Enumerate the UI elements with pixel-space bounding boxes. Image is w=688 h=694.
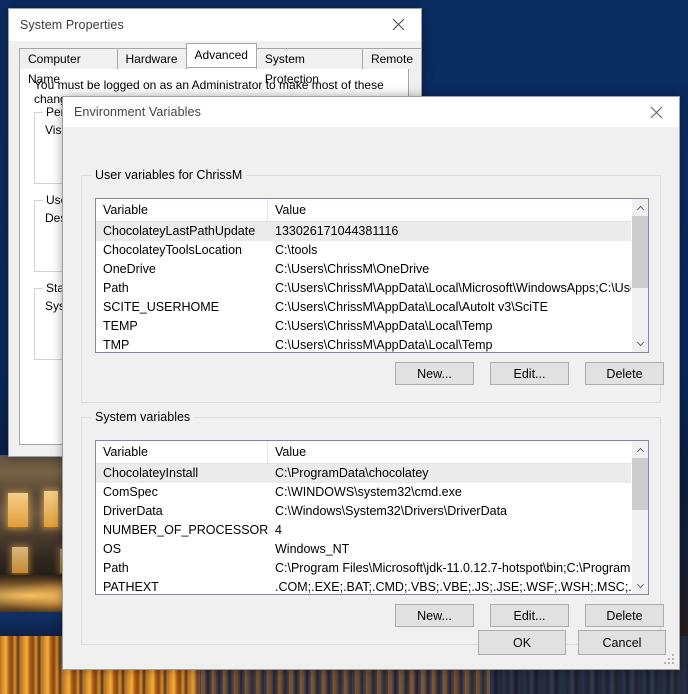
system-variables-group: System variables Variable Value Chocolat… xyxy=(81,410,664,645)
table-row[interactable]: SCITE_USERHOME C:\Users\ChrissM\AppData\… xyxy=(96,298,648,317)
ok-button[interactable]: OK xyxy=(478,630,566,655)
cell-variable: ChocolateyInstall xyxy=(103,466,199,480)
system-column-value[interactable]: Value xyxy=(268,441,648,463)
table-row[interactable]: OS Windows_NT xyxy=(96,540,648,559)
cell-value: 4 xyxy=(275,523,282,537)
user-variables-header: Variable Value xyxy=(96,199,648,222)
user-column-value[interactable]: Value xyxy=(268,199,648,221)
cell-variable: OneDrive xyxy=(103,262,156,276)
cell-variable: Path xyxy=(103,281,129,295)
cell-value: C:\Users\ChrissM\AppData\Local\AutoIt v3… xyxy=(275,300,549,314)
table-row[interactable]: ChocolateyLastPathUpdate 133026171044381… xyxy=(96,222,648,241)
cell-value: C:\Windows\System32\Drivers\DriverData xyxy=(275,504,507,518)
cell-value: C:\Users\ChrissM\AppData\Local\Temp xyxy=(275,319,493,333)
dialog-footer-buttons: OK Cancel xyxy=(478,630,666,655)
system-variables-header: Variable Value xyxy=(96,441,648,464)
system-variables-scrollbar[interactable] xyxy=(631,441,648,594)
table-row[interactable]: PATHEXT .COM;.EXE;.BAT;.CMD;.VBS;.VBE;.J… xyxy=(96,578,648,594)
user-delete-button[interactable]: Delete xyxy=(585,362,664,385)
user-new-button[interactable]: New... xyxy=(395,362,474,385)
resize-grip-icon[interactable] xyxy=(664,654,676,666)
scroll-down-arrow-icon[interactable] xyxy=(632,577,648,594)
tab-advanced[interactable]: Advanced xyxy=(185,43,257,67)
close-icon xyxy=(650,106,663,118)
cell-value: C:\ProgramData\chocolatey xyxy=(275,466,429,480)
table-row[interactable]: TEMP C:\Users\ChrissM\AppData\Local\Temp xyxy=(96,317,648,336)
table-row[interactable]: NUMBER_OF_PROCESSORS 4 xyxy=(96,521,648,540)
table-row[interactable]: ChocolateyToolsLocation C:\tools xyxy=(96,241,648,260)
cell-variable: DriverData xyxy=(103,504,163,518)
table-row[interactable]: Path C:\Users\ChrissM\AppData\Local\Micr… xyxy=(96,279,648,298)
user-variables-group: User variables for ChrissM Variable Valu… xyxy=(81,168,664,403)
cell-value: C:\WINDOWS\system32\cmd.exe xyxy=(275,485,462,499)
tab-computer-name[interactable]: Computer Name xyxy=(19,48,118,86)
table-row[interactable]: TMP C:\Users\ChrissM\AppData\Local\Temp xyxy=(96,336,648,352)
table-row[interactable]: OneDrive C:\Users\ChrissM\OneDrive xyxy=(96,260,648,279)
system-new-button[interactable]: New... xyxy=(395,604,474,627)
cell-value: Windows_NT xyxy=(275,542,350,556)
tab-hardware[interactable]: Hardware xyxy=(116,48,187,69)
close-icon xyxy=(392,18,405,30)
system-properties-titlebar[interactable]: System Properties xyxy=(9,9,421,41)
tab-system-protection[interactable]: System Protection xyxy=(255,48,363,86)
table-row[interactable]: ComSpec C:\WINDOWS\system32\cmd.exe xyxy=(96,483,648,502)
system-delete-button[interactable]: Delete xyxy=(585,604,664,627)
cell-variable: ChocolateyLastPathUpdate xyxy=(103,224,256,238)
cancel-button[interactable]: Cancel xyxy=(578,630,666,655)
system-properties-title: System Properties xyxy=(20,18,124,32)
scroll-down-arrow-icon[interactable] xyxy=(632,335,648,352)
system-properties-close-button[interactable] xyxy=(376,9,421,39)
environment-variables-close-button[interactable] xyxy=(634,97,679,127)
cell-variable: SCITE_USERHOME xyxy=(103,300,219,314)
user-variables-group-title: User variables for ChrissM xyxy=(91,168,247,182)
table-row[interactable]: DriverData C:\Windows\System32\Drivers\D… xyxy=(96,502,648,521)
user-variables-rows: ChocolateyLastPathUpdate 133026171044381… xyxy=(96,222,648,352)
system-variables-group-title: System variables xyxy=(91,410,195,424)
user-column-variable[interactable]: Variable xyxy=(96,199,268,221)
cell-value: C:\Users\ChrissM\AppData\Local\Temp xyxy=(275,338,493,352)
cell-variable: PATHEXT xyxy=(103,580,159,594)
cell-value: C:\Users\ChrissM\AppData\Local\Microsoft… xyxy=(275,281,648,295)
cell-variable: Path xyxy=(103,561,129,575)
scrollbar-thumb[interactable] xyxy=(632,458,648,510)
cell-variable: ComSpec xyxy=(103,485,158,499)
cell-value: C:\Users\ChrissM\OneDrive xyxy=(275,262,430,276)
user-variables-scrollbar[interactable] xyxy=(631,199,648,352)
cell-variable: OS xyxy=(103,542,122,556)
cell-value: C:\tools xyxy=(275,243,318,257)
system-column-variable[interactable]: Variable xyxy=(96,441,268,463)
system-edit-button[interactable]: Edit... xyxy=(490,604,569,627)
table-row[interactable]: Path C:\Program Files\Microsoft\jdk-11.0… xyxy=(96,559,648,578)
user-variables-buttons: New... Edit... Delete xyxy=(395,362,664,385)
user-variables-list[interactable]: Variable Value ChocolateyLastPathUpdate … xyxy=(95,198,649,353)
scroll-up-arrow-icon[interactable] xyxy=(632,441,648,458)
cell-variable: ChocolateyToolsLocation xyxy=(103,243,242,257)
environment-variables-body: User variables for ChrissM Variable Valu… xyxy=(63,127,679,669)
system-variables-list[interactable]: Variable Value ChocolateyInstall C:\Prog… xyxy=(95,440,649,595)
environment-variables-title: Environment Variables xyxy=(74,105,201,119)
cell-variable: TMP xyxy=(103,338,130,352)
environment-variables-dialog[interactable]: Environment Variables User variables for… xyxy=(62,96,680,670)
environment-variables-titlebar[interactable]: Environment Variables xyxy=(63,97,679,127)
user-edit-button[interactable]: Edit... xyxy=(490,362,569,385)
cell-variable: NUMBER_OF_PROCESSORS xyxy=(103,523,268,537)
cell-variable: TEMP xyxy=(103,319,138,333)
system-variables-buttons: New... Edit... Delete xyxy=(395,604,664,627)
system-properties-tabs[interactable]: Computer Name Hardware Advanced System P… xyxy=(19,43,422,86)
tab-remote[interactable]: Remote xyxy=(361,48,422,69)
cell-value: C:\Program Files\Microsoft\jdk-11.0.12.7… xyxy=(275,561,648,575)
scrollbar-thumb[interactable] xyxy=(632,216,648,288)
cell-value: 133026171044381116 xyxy=(275,224,399,238)
cell-value: .COM;.EXE;.BAT;.CMD;.VBS;.VBE;.JS;.JSE;.… xyxy=(275,580,648,594)
scroll-up-arrow-icon[interactable] xyxy=(632,199,648,216)
system-variables-rows: ChocolateyInstall C:\ProgramData\chocola… xyxy=(96,464,648,594)
table-row[interactable]: ChocolateyInstall C:\ProgramData\chocola… xyxy=(96,464,648,483)
